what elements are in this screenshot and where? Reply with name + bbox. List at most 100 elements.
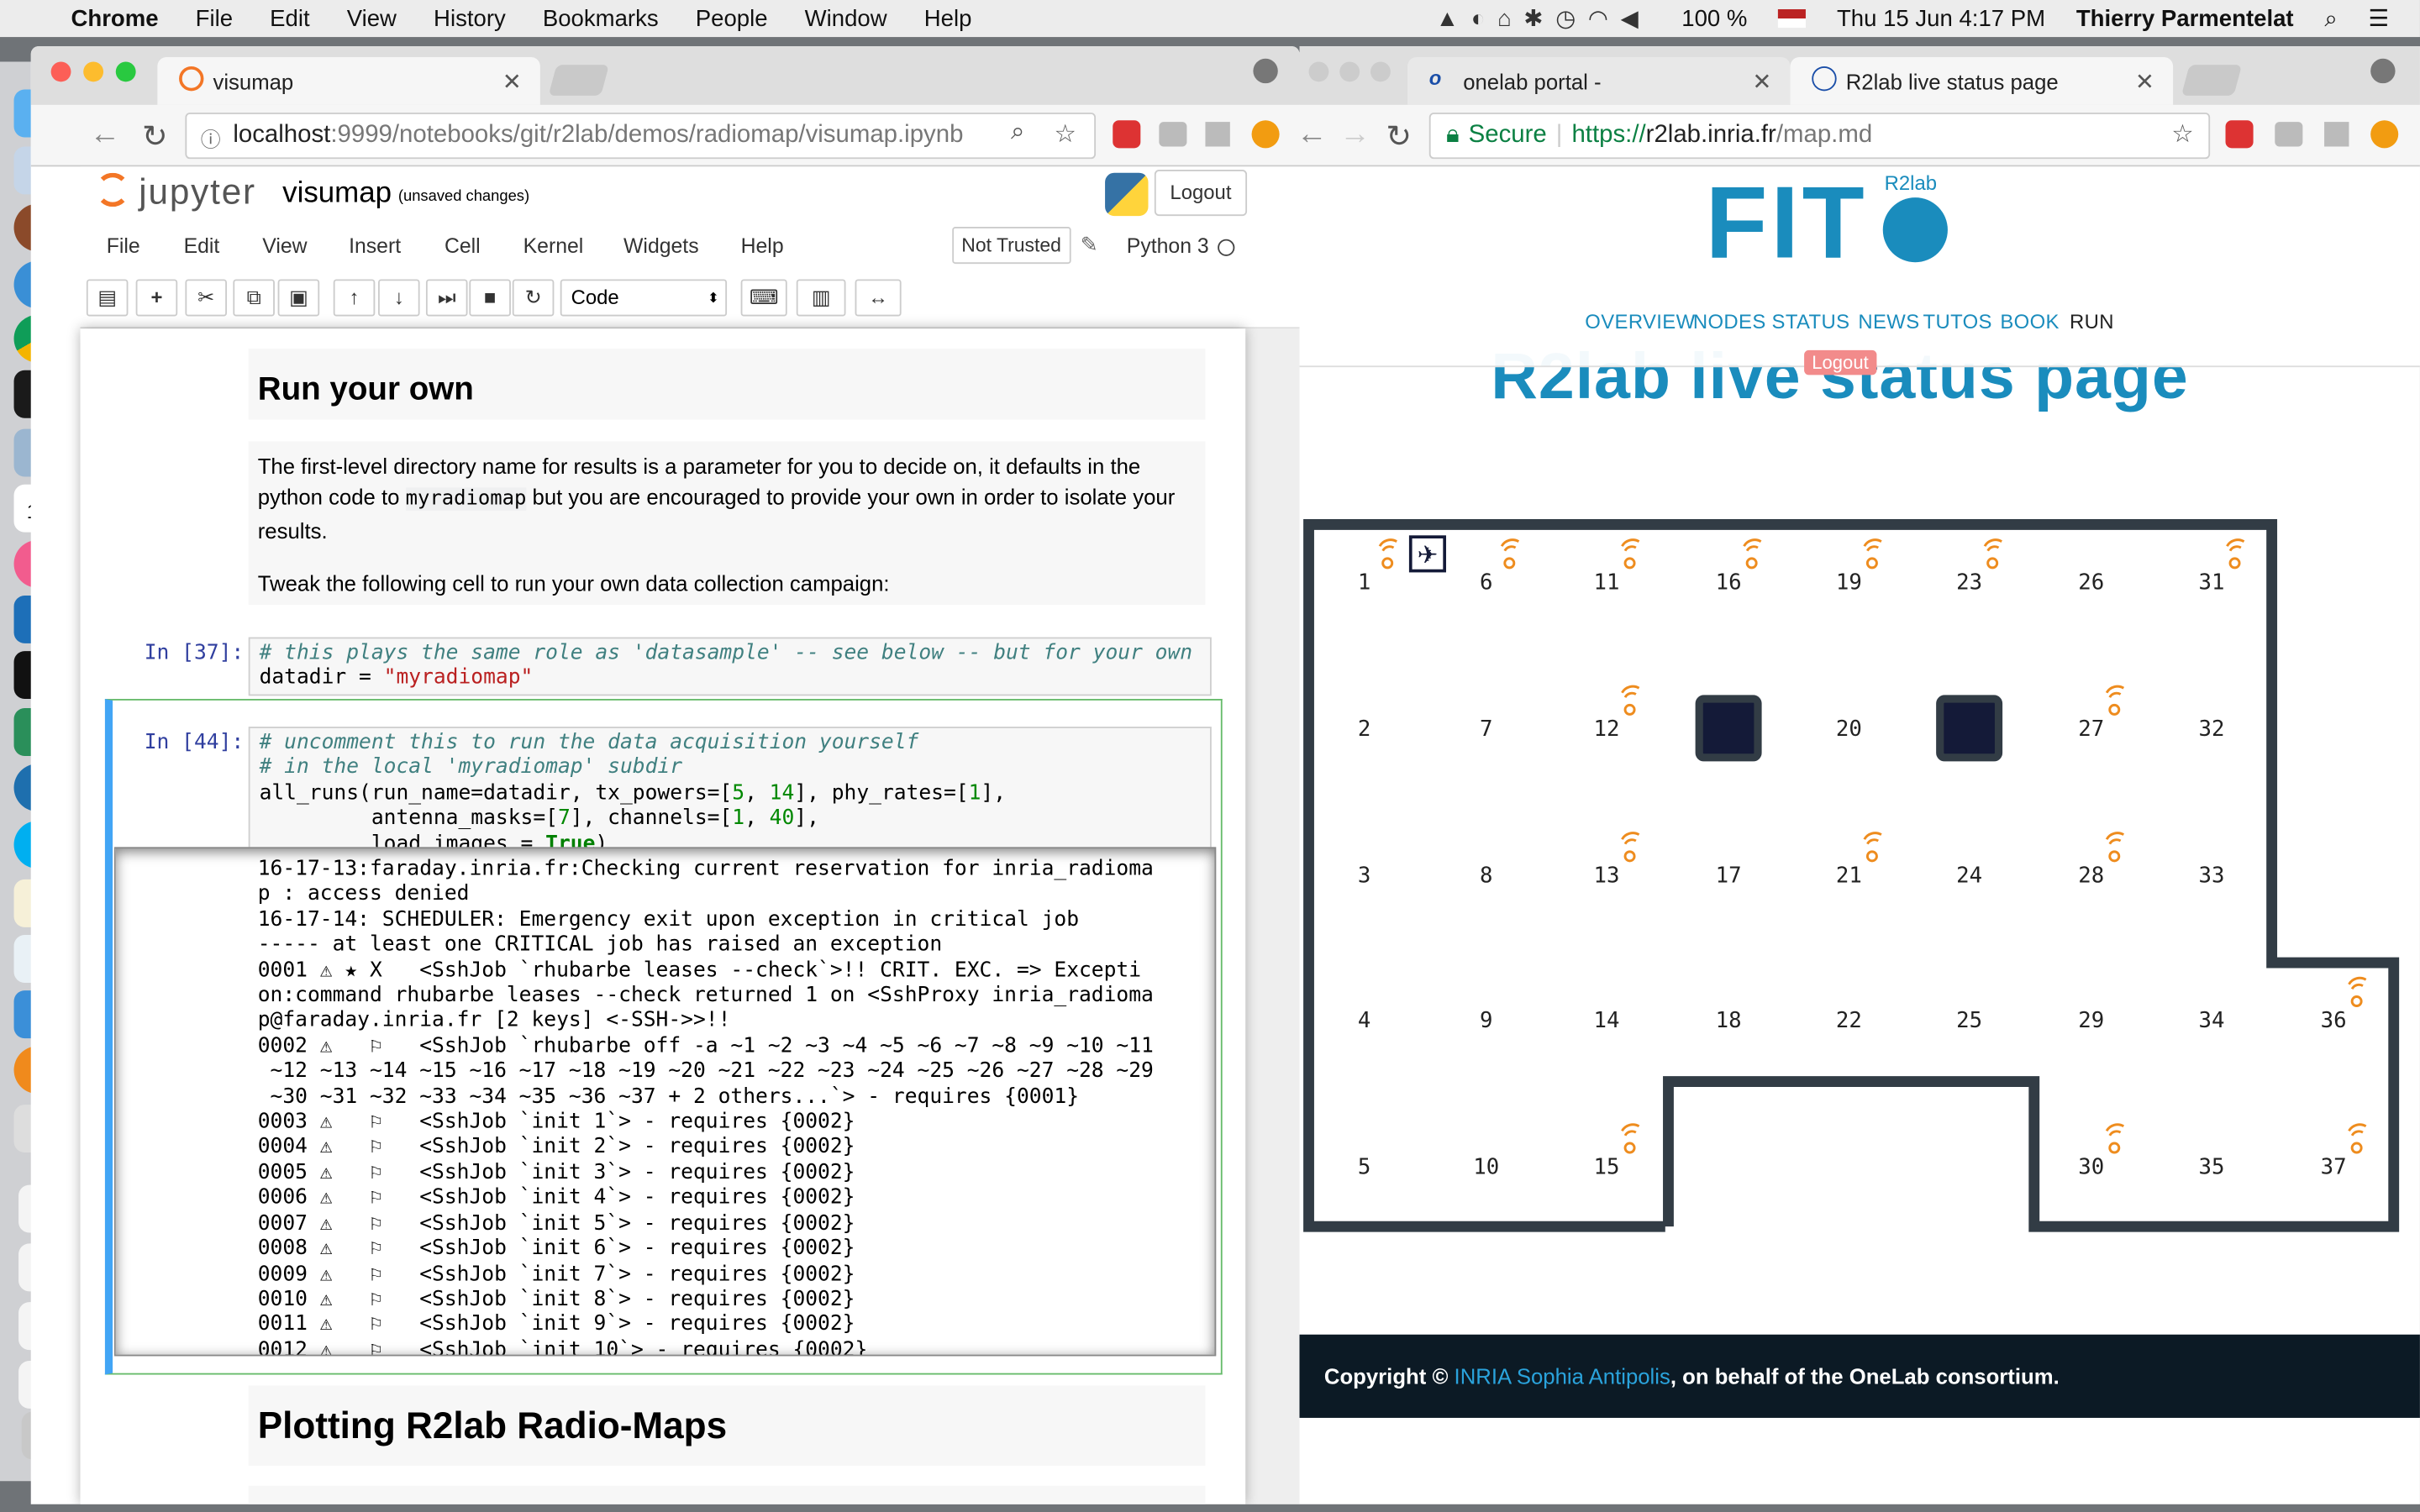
jmenu-help[interactable]: Help xyxy=(741,234,784,258)
node-7[interactable]: 7 xyxy=(1480,717,1492,742)
stop-icon[interactable]: ■ xyxy=(469,279,511,317)
node-1[interactable]: 1 xyxy=(1358,570,1370,596)
close-tab-icon[interactable]: ✕ xyxy=(502,68,522,96)
node-33[interactable]: 33 xyxy=(2199,864,2225,889)
info-icon[interactable]: ⓘ xyxy=(201,123,221,153)
back-icon[interactable]: ← xyxy=(90,118,121,153)
markdown-cell-next[interactable] xyxy=(248,1485,1206,1504)
paste-icon[interactable]: ▣ xyxy=(277,279,320,317)
fit-logo[interactable]: FIT xyxy=(1706,164,1868,281)
menu-window[interactable]: Window xyxy=(805,5,887,31)
plane-icon[interactable]: ✈ xyxy=(1408,535,1446,573)
markdown-cell-heading[interactable]: Run your own xyxy=(248,349,1206,420)
extension-icon-2[interactable] xyxy=(1205,122,1230,147)
menu-view[interactable]: View xyxy=(347,5,397,31)
menu-help[interactable]: Help xyxy=(924,5,972,31)
node-23[interactable]: 23 xyxy=(1956,570,1982,596)
not-trusted-button[interactable]: Not Trusted xyxy=(952,226,1071,265)
r2lab-logo-text[interactable]: R2lab xyxy=(1885,171,1937,195)
tab-onelab[interactable]: o onelab portal - ✕ xyxy=(1407,56,1791,105)
menu-edit[interactable]: Edit xyxy=(270,5,309,31)
edit-pencil-icon[interactable]: ✎ xyxy=(1081,233,1098,257)
node-37[interactable]: 37 xyxy=(2321,1155,2347,1180)
close-window-button[interactable] xyxy=(50,61,71,82)
back-icon-2[interactable]: ← xyxy=(1300,118,1328,153)
move-down-icon[interactable]: ↓ xyxy=(377,279,420,317)
markdown-cell-heading-2[interactable]: Plotting R2lab Radio-Maps xyxy=(248,1385,1206,1466)
node-32[interactable]: 32 xyxy=(2199,717,2225,742)
clock[interactable]: Thu 15 Jun 4:17 PM xyxy=(1837,5,2045,31)
node-12[interactable]: 12 xyxy=(1594,717,1620,742)
code-cell-37[interactable]: # this plays the same role as 'datasampl… xyxy=(248,637,1212,696)
chart-icon[interactable]: ▥ xyxy=(796,279,846,317)
node-14[interactable]: 14 xyxy=(1594,1008,1620,1033)
reload-icon[interactable]: ↻ xyxy=(142,118,168,156)
node-22[interactable]: 22 xyxy=(1836,1008,1862,1033)
search-icon[interactable]: ⌕ xyxy=(2324,5,2337,31)
new-tab-button[interactable] xyxy=(548,65,609,96)
footer-link[interactable]: INRIA Sophia Antipolis xyxy=(1455,1364,1670,1389)
nav-book[interactable]: BOOK xyxy=(2000,310,2059,333)
minimize-window-button[interactable] xyxy=(83,61,104,82)
node-18[interactable]: 18 xyxy=(1716,1008,1742,1033)
nav-tutos[interactable]: TUTOS xyxy=(1923,310,1992,333)
forward-icon[interactable]: → xyxy=(1339,118,1370,153)
node-2[interactable]: 2 xyxy=(1358,717,1370,742)
new-tab-button-2[interactable] xyxy=(2181,65,2243,96)
node-15[interactable]: 15 xyxy=(1594,1155,1620,1180)
jupyter-logo-text[interactable]: jupyter xyxy=(139,171,256,213)
close-tab-icon-3[interactable]: ✕ xyxy=(2135,68,2154,96)
extension-icon-3[interactable] xyxy=(2275,122,2303,147)
jmenu-file[interactable]: File xyxy=(107,234,140,258)
node-11[interactable]: 11 xyxy=(1594,570,1620,596)
node-24[interactable]: 24 xyxy=(1956,864,1982,889)
warning-icon-2[interactable] xyxy=(2370,120,2399,149)
node-8[interactable]: 8 xyxy=(1480,864,1492,889)
notebook-name[interactable]: visumap xyxy=(282,177,392,211)
reload-icon-2[interactable]: ↻ xyxy=(1386,118,1412,156)
jmenu-view[interactable]: View xyxy=(262,234,307,258)
insert-cell-icon[interactable]: + xyxy=(135,279,178,317)
jmenu-edit[interactable]: Edit xyxy=(184,234,220,258)
address-field-2[interactable]: 🔒︎ Secure | https://r2lab.inria.fr/map.m… xyxy=(1428,113,2211,160)
nav-status[interactable]: STATUS xyxy=(1772,310,1850,333)
restart-icon[interactable]: ↻ xyxy=(512,279,555,317)
user-name[interactable]: Thierry Parmentelat xyxy=(2076,5,2294,31)
copy-icon[interactable]: ⧉ xyxy=(233,279,275,317)
zoom-window-button[interactable] xyxy=(115,61,136,82)
jmenu-cell[interactable]: Cell xyxy=(445,234,481,258)
logout-badge[interactable]: Logout xyxy=(1804,349,1876,375)
node-17[interactable]: 17 xyxy=(1716,864,1742,889)
code-cell-44[interactable]: # uncomment this to run the data acquisi… xyxy=(248,727,1212,866)
busy-node-17[interactable] xyxy=(1695,695,1762,762)
flag-icon[interactable] xyxy=(1778,9,1807,29)
extension-icon[interactable] xyxy=(1159,122,1187,147)
node-9[interactable]: 9 xyxy=(1480,1008,1492,1033)
node-6[interactable]: 6 xyxy=(1480,570,1492,596)
node-3[interactable]: 3 xyxy=(1358,864,1370,889)
run-icon[interactable]: ⏭ xyxy=(425,279,468,317)
star-icon-2[interactable]: ☆ xyxy=(2171,118,2193,150)
node-5[interactable]: 5 xyxy=(1358,1155,1370,1180)
move-up-icon[interactable]: ↑ xyxy=(333,279,376,317)
node-13[interactable]: 13 xyxy=(1594,864,1620,889)
jupyter-logo-icon[interactable] xyxy=(95,172,130,207)
warning-icon[interactable] xyxy=(1251,120,1280,149)
menu-file[interactable]: File xyxy=(196,5,233,31)
menu-bookmarks[interactable]: Bookmarks xyxy=(543,5,659,31)
close-tab-icon-2[interactable]: ✕ xyxy=(1752,68,1771,96)
tab-visumap[interactable]: visumap ✕ xyxy=(157,56,540,105)
extension-icon-4[interactable] xyxy=(2324,122,2349,147)
markdown-cell-text[interactable]: The first-level directory name for resul… xyxy=(248,441,1206,605)
nav-overview[interactable]: OVERVIEW xyxy=(1585,310,1695,333)
jmenu-kernel[interactable]: Kernel xyxy=(523,234,584,258)
cell-type-select[interactable]: Code ⬍ xyxy=(560,279,728,317)
adblock-icon-2[interactable] xyxy=(2225,120,2254,149)
keyboard-icon[interactable]: ⌨ xyxy=(740,279,787,317)
status-icons[interactable]: ▲◐⌂✱◷◠◀ xyxy=(1436,5,1651,32)
node-28[interactable]: 28 xyxy=(2078,864,2104,889)
zoom-icon[interactable]: ⌕ xyxy=(1011,118,1024,146)
zoom-window-button-2[interactable] xyxy=(1370,61,1391,82)
node-10[interactable]: 10 xyxy=(1473,1155,1499,1180)
node-21[interactable]: 21 xyxy=(1836,864,1862,889)
